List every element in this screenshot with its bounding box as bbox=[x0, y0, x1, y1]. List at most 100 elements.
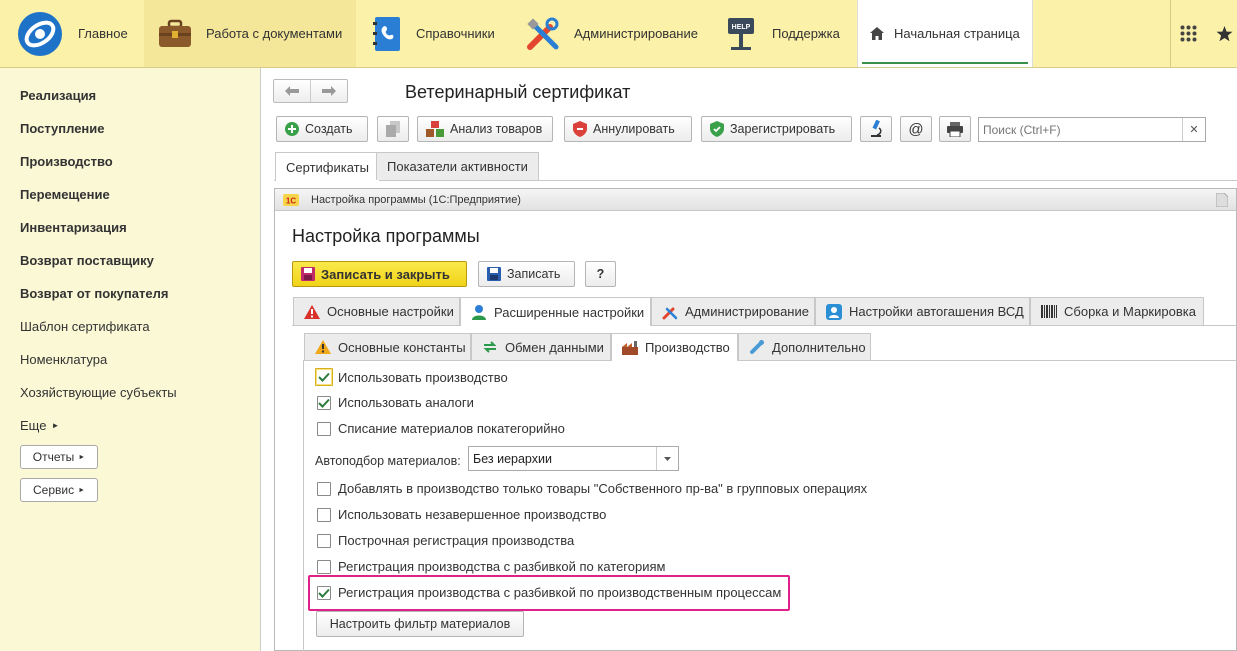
forward-button[interactable] bbox=[311, 80, 348, 102]
analysis-button-label: Анализ товаров bbox=[450, 122, 543, 136]
tab-certificates[interactable]: Сертификаты bbox=[275, 152, 380, 181]
subtab-additional-label: Дополнительно bbox=[772, 339, 866, 355]
subtab-production-label: Производство bbox=[645, 340, 730, 355]
section-home[interactable]: Главное bbox=[0, 0, 144, 67]
star-icon[interactable] bbox=[1216, 25, 1233, 42]
plus-circle-icon bbox=[285, 122, 299, 136]
nav-item-return-customer[interactable]: Возврат от покупателя bbox=[20, 286, 168, 301]
checkbox-unchecked[interactable] bbox=[317, 481, 331, 496]
reports-button[interactable]: Отчеты ► bbox=[20, 445, 98, 469]
tab-start-page[interactable]: Начальная страница bbox=[857, 0, 1033, 67]
tab-activity[interactable]: Показатели активности bbox=[376, 152, 539, 180]
user-gear-icon bbox=[471, 304, 487, 320]
section-navigation-panel: Реализация Поступление Производство Пере… bbox=[0, 68, 261, 651]
nav-item-receipt[interactable]: Поступление bbox=[20, 121, 105, 136]
checkbox-checked[interactable] bbox=[317, 585, 331, 600]
email-button[interactable]: @ bbox=[900, 116, 932, 142]
tab-advanced-settings[interactable]: Расширенные настройки bbox=[460, 297, 651, 326]
nav-item-return-supplier[interactable]: Возврат поставщику bbox=[20, 253, 154, 268]
tab-basic-settings[interactable]: Основные настройки bbox=[293, 297, 460, 325]
nav-item-production[interactable]: Производство bbox=[20, 154, 113, 169]
checkbox-unchecked[interactable] bbox=[317, 533, 331, 548]
autoselect-dropdown[interactable]: Без иерархии bbox=[468, 446, 679, 471]
tab-start-page-label: Начальная страница bbox=[894, 26, 1020, 41]
shield-red-icon bbox=[573, 121, 587, 137]
option-wip[interactable]: Использовать незавершенное производство bbox=[317, 507, 606, 522]
option-line-registration-label: Построчная регистрация производства bbox=[338, 533, 575, 548]
nav-item-nomenclature[interactable]: Номенклатура bbox=[20, 352, 107, 367]
section-docs[interactable]: Работа с документами bbox=[144, 0, 356, 67]
register-button[interactable]: Зарегистрировать bbox=[701, 116, 852, 142]
tab-autoclose-vsd[interactable]: Настройки автогашения ВСД bbox=[815, 297, 1030, 325]
annul-button-label: Аннулировать bbox=[593, 122, 675, 136]
subtab-basic-constants[interactable]: Основные константы bbox=[304, 333, 471, 360]
reports-button-label: Отчеты bbox=[32, 450, 75, 464]
warning-icon bbox=[315, 340, 331, 354]
top-section-bar: Главное Работа с документами Справочники bbox=[0, 0, 1237, 68]
filter-materials-button[interactable]: Настроить фильтр материалов bbox=[316, 611, 524, 637]
settings-window: 1C Настройка программы (1С:Предприятие) … bbox=[274, 188, 1237, 651]
option-line-registration[interactable]: Построчная регистрация производства bbox=[317, 533, 574, 548]
nav-item-inventory[interactable]: Инвентаризация bbox=[20, 220, 127, 235]
nav-item-business-entities[interactable]: Хозяйствующие субъекты bbox=[20, 385, 177, 400]
apps-grid-button[interactable] bbox=[1170, 0, 1237, 67]
tab-assembly-marking[interactable]: Сборка и Маркировка bbox=[1030, 297, 1204, 325]
option-use-analogs[interactable]: Использовать аналоги bbox=[317, 395, 474, 410]
nav-item-transfer[interactable]: Перемещение bbox=[20, 187, 110, 202]
save-floppy-icon bbox=[487, 267, 501, 281]
analysis-button[interactable]: Анализ товаров bbox=[417, 116, 553, 142]
microscope-button[interactable] bbox=[860, 116, 892, 142]
chevron-down-icon[interactable] bbox=[656, 447, 678, 470]
option-registration-by-category[interactable]: Регистрация производства с разбивкой по … bbox=[317, 559, 665, 574]
printer-icon bbox=[947, 121, 963, 137]
nav-item-sales[interactable]: Реализация bbox=[20, 88, 96, 103]
checkbox-unchecked[interactable] bbox=[317, 559, 331, 574]
option-writeoff-by-category[interactable]: Списание материалов покатегорийно bbox=[317, 421, 565, 436]
microscope-icon bbox=[868, 120, 884, 138]
subtab-production[interactable]: Производство bbox=[611, 333, 738, 361]
create-button[interactable]: Создать bbox=[276, 116, 368, 142]
autoselect-label: Автоподбор материалов: bbox=[315, 454, 461, 468]
search-input[interactable] bbox=[979, 118, 1182, 141]
settings-title: Настройка программы bbox=[292, 226, 480, 246]
section-refs[interactable]: Справочники bbox=[356, 0, 512, 67]
option-use-production[interactable]: Использовать производство bbox=[315, 368, 508, 386]
create-button-label: Создать bbox=[305, 122, 353, 136]
section-admin[interactable]: Администрирование bbox=[512, 0, 712, 67]
settings-window-titlebar: 1C Настройка программы (1С:Предприятие) bbox=[275, 189, 1236, 211]
settings-window-title: Настройка программы (1С:Предприятие) bbox=[311, 193, 521, 206]
back-button[interactable] bbox=[274, 80, 311, 102]
tab-administration[interactable]: Администрирование bbox=[651, 297, 815, 325]
arrow-right-icon bbox=[321, 86, 336, 96]
checkbox-unchecked[interactable] bbox=[317, 507, 331, 522]
checkbox-checked[interactable] bbox=[315, 368, 333, 386]
option-use-analogs-label: Использовать аналоги bbox=[338, 395, 474, 410]
subtab-data-exchange-label: Обмен данными bbox=[505, 339, 604, 355]
nav-item-certificate-template[interactable]: Шаблон сертификата bbox=[20, 319, 150, 334]
grid-icon bbox=[1180, 25, 1197, 42]
section-support[interactable]: HELP Поддержка bbox=[712, 0, 856, 67]
option-own-production-only[interactable]: Добавлять в производство только товары "… bbox=[317, 481, 867, 496]
help-button[interactable]: ? bbox=[585, 261, 616, 287]
option-registration-by-process[interactable]: Регистрация производства с разбивкой по … bbox=[317, 585, 781, 600]
checkbox-unchecked[interactable] bbox=[317, 421, 331, 436]
save-button[interactable]: Записать bbox=[478, 261, 575, 287]
save-and-close-button[interactable]: Записать и закрыть bbox=[292, 261, 467, 287]
briefcase-icon bbox=[158, 19, 192, 49]
tools-icon bbox=[662, 304, 678, 320]
copy-button[interactable] bbox=[377, 116, 409, 142]
close-icon: ✕ bbox=[1189, 124, 1199, 136]
history-nav bbox=[273, 79, 348, 103]
nav-item-more[interactable]: Еще ► bbox=[20, 418, 59, 433]
annul-button[interactable]: Аннулировать bbox=[564, 116, 692, 142]
subtab-data-exchange[interactable]: Обмен данными bbox=[471, 333, 611, 360]
sync-arrows-icon bbox=[482, 340, 498, 354]
option-writeoff-by-category-label: Списание материалов покатегорийно bbox=[338, 421, 565, 436]
service-button[interactable]: Сервис ► bbox=[20, 478, 98, 502]
print-button[interactable] bbox=[939, 116, 971, 142]
search-clear-button[interactable]: ✕ bbox=[1182, 118, 1205, 141]
tab-advanced-settings-label: Расширенные настройки bbox=[494, 304, 645, 320]
subtab-additional[interactable]: Дополнительно bbox=[738, 333, 871, 360]
checkbox-checked[interactable] bbox=[317, 395, 331, 410]
register-button-label: Зарегистрировать bbox=[730, 122, 836, 136]
